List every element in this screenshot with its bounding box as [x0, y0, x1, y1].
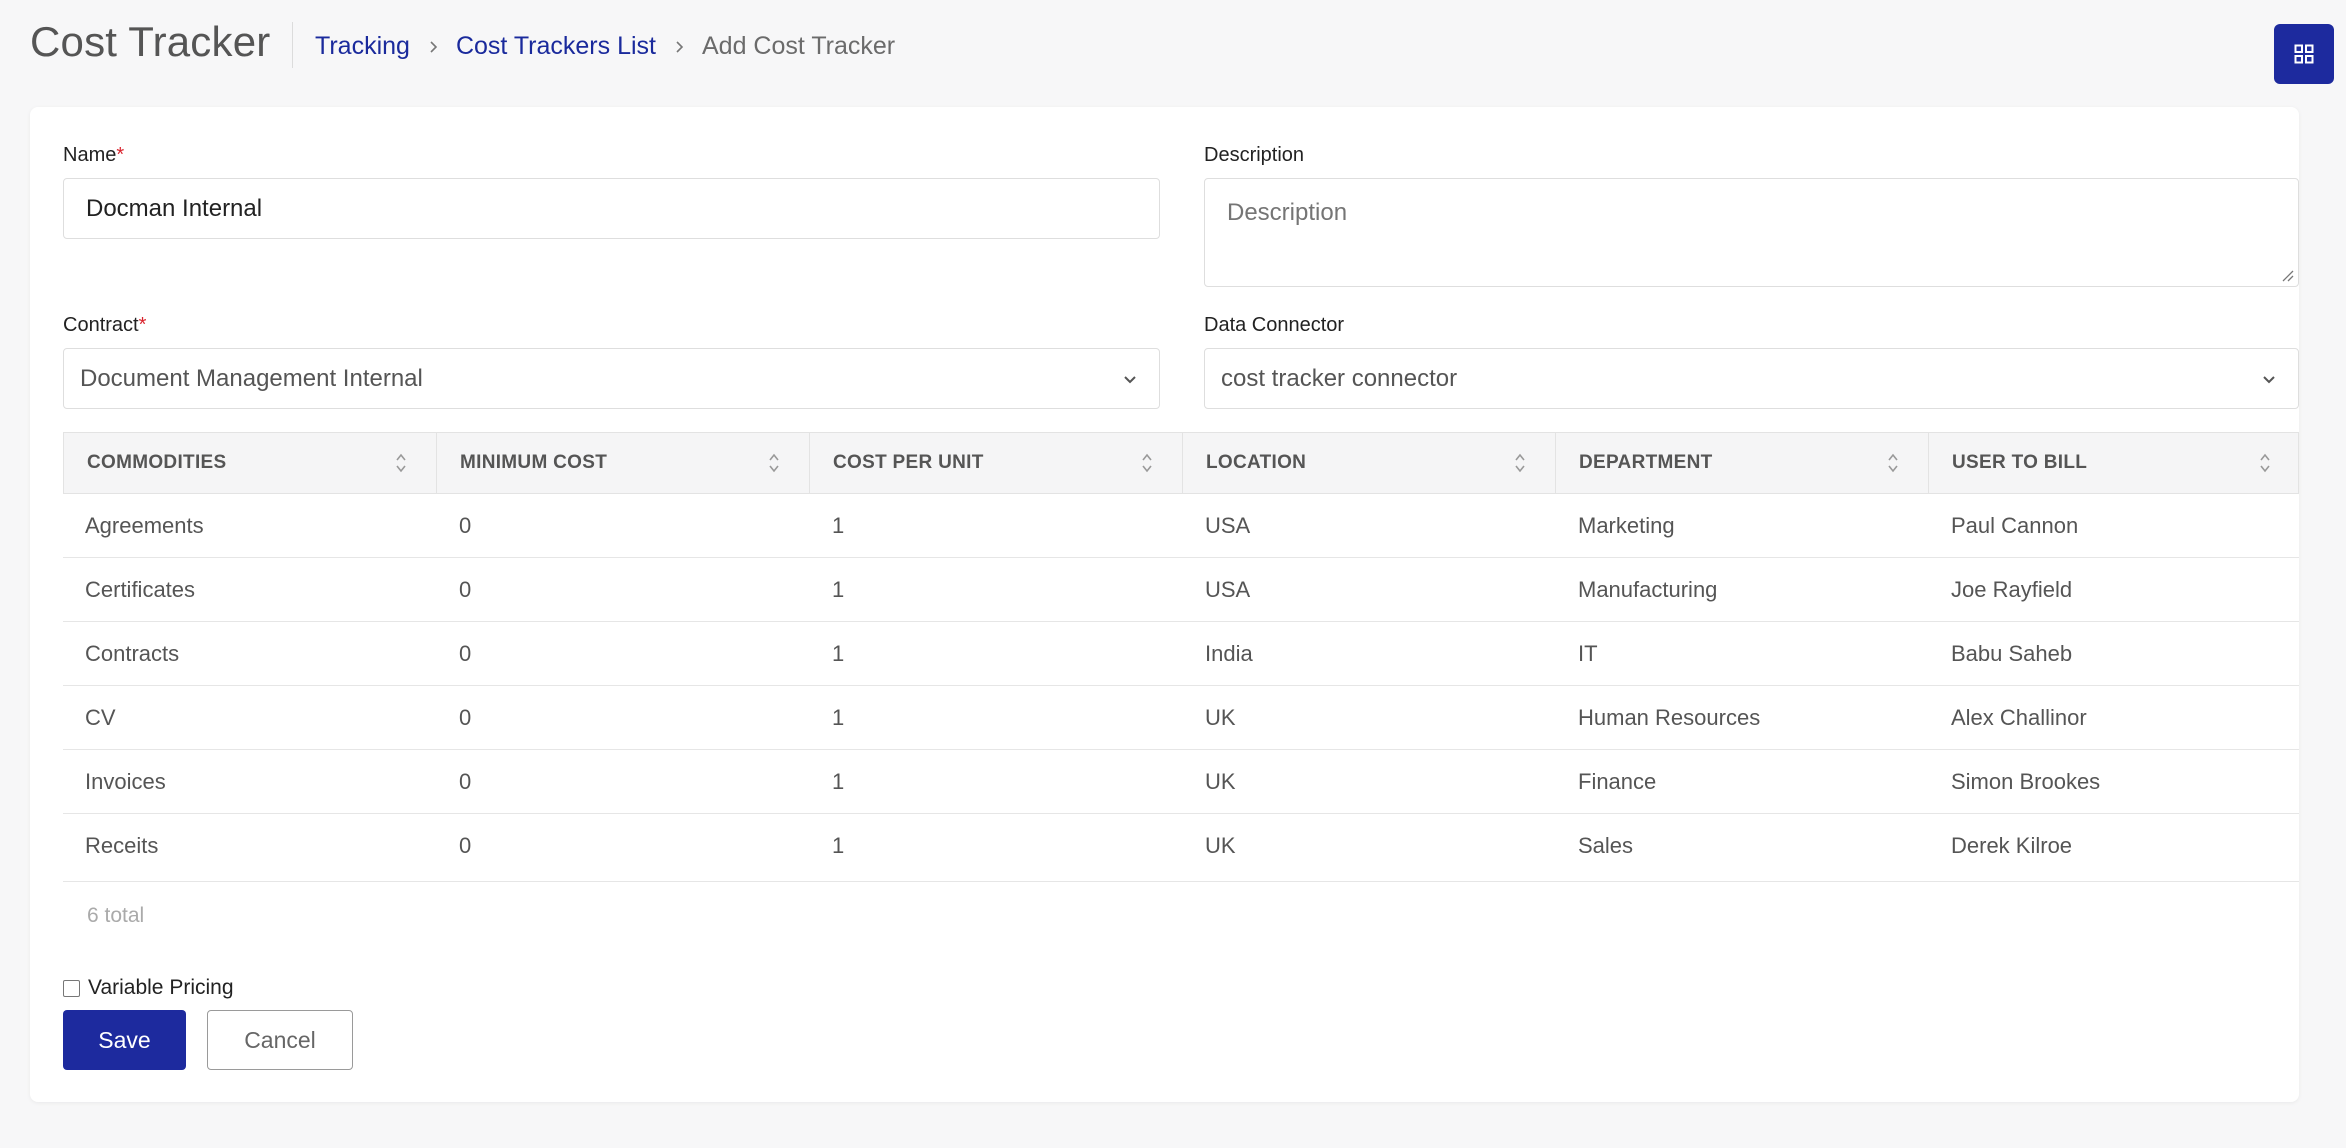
cell-commodity: Agreements — [85, 513, 204, 538]
cell-department: Finance — [1578, 769, 1657, 794]
cell-minimum-cost: 0 — [459, 513, 472, 538]
cell-commodity: Invoices — [85, 769, 166, 794]
cell-cost-per-unit: 1 — [832, 577, 845, 602]
cell-commodity: CV — [85, 705, 116, 730]
sort-icon — [396, 453, 406, 473]
sort-icon — [1142, 453, 1152, 473]
column-header-minimum-cost[interactable]: MINIMUM COST — [437, 433, 810, 493]
cell-minimum-cost: 0 — [459, 833, 472, 858]
chevron-down-icon — [1124, 375, 1136, 383]
cell-commodity: Contracts — [85, 641, 180, 666]
data-connector-label: Data Connector — [1204, 314, 1345, 336]
cell-cost-per-unit: 1 — [832, 833, 845, 858]
cell-user-to-bill: Babu Saheb — [1951, 641, 2073, 666]
cell-minimum-cost: 0 — [459, 705, 472, 730]
table-total-count: 6 total — [87, 904, 145, 927]
table-row[interactable]: Certificates 0 1 USA Manufacturing Joe R… — [63, 558, 2299, 622]
sort-icon — [769, 453, 779, 473]
contract-select-value: Document Management Internal — [80, 364, 423, 392]
breadcrumb: Tracking Cost Trackers List Add Cost Tra… — [315, 32, 895, 61]
resize-grip-icon[interactable] — [2280, 268, 2294, 282]
cell-cost-per-unit: 1 — [832, 769, 845, 794]
cell-department: Manufacturing — [1578, 577, 1718, 602]
column-header-cost-per-unit[interactable]: COST PER UNIT — [810, 433, 1183, 493]
sort-icon — [1515, 453, 1525, 473]
apps-menu-button[interactable] — [2274, 24, 2334, 84]
breadcrumb-list-link[interactable]: Cost Trackers List — [456, 32, 656, 61]
cancel-button[interactable]: Cancel — [207, 1010, 353, 1070]
variable-pricing-checkbox[interactable] — [63, 979, 80, 997]
column-header-user-to-bill[interactable]: USER TO BILL — [1929, 433, 2300, 493]
cell-user-to-bill: Joe Rayfield — [1951, 577, 2073, 602]
page-title: Cost Tracker — [30, 18, 271, 65]
cell-cost-per-unit: 1 — [832, 513, 845, 538]
cell-user-to-bill: Alex Challinor — [1951, 705, 2087, 730]
name-input[interactable] — [64, 179, 1159, 238]
title-divider — [292, 22, 293, 68]
cell-user-to-bill: Simon Brookes — [1951, 769, 2101, 794]
cell-minimum-cost: 0 — [459, 769, 472, 794]
cell-department: IT — [1578, 641, 1598, 666]
sort-icon — [1888, 453, 1898, 473]
cell-location: USA — [1205, 577, 1251, 602]
grid-icon — [2294, 44, 2314, 64]
table-row[interactable]: Agreements 0 1 USA Marketing Paul Cannon — [63, 494, 2299, 558]
data-connector-select-value: cost tracker connector — [1221, 364, 1458, 392]
data-connector-select[interactable]: cost tracker connector — [1204, 348, 2299, 409]
chevron-right-icon — [430, 40, 438, 53]
cell-minimum-cost: 0 — [459, 577, 472, 602]
variable-pricing-label[interactable]: Variable Pricing — [88, 976, 234, 1000]
table-row[interactable]: CV 0 1 UK Human Resources Alex Challinor — [63, 686, 2299, 750]
cell-user-to-bill: Paul Cannon — [1951, 513, 2079, 538]
cell-commodity: Receits — [85, 833, 159, 858]
contract-select[interactable]: Document Management Internal — [63, 348, 1160, 409]
cell-user-to-bill: Derek Kilroe — [1951, 833, 2073, 858]
contract-label: Contract* — [63, 314, 147, 336]
form-card: Name* Description Contract* Document Man… — [30, 107, 2299, 1102]
page-header: Cost Tracker Tracking Cost Trackers List… — [0, 0, 2346, 100]
description-field-wrap — [1204, 178, 2299, 287]
cell-department: Sales — [1578, 833, 1634, 858]
chevron-right-icon — [676, 40, 684, 53]
cell-cost-per-unit: 1 — [832, 705, 845, 730]
column-header-department[interactable]: DEPARTMENT — [1556, 433, 1929, 493]
description-label: Description — [1204, 144, 1305, 166]
cell-location: UK — [1205, 705, 1236, 730]
column-header-location[interactable]: LOCATION — [1183, 433, 1556, 493]
table-row[interactable]: Contracts 0 1 India IT Babu Saheb — [63, 622, 2299, 686]
name-field-wrap — [63, 178, 1160, 239]
cell-commodity: Certificates — [85, 577, 196, 602]
table-row[interactable]: Receits 0 1 UK Sales Derek Kilroe — [63, 814, 2299, 882]
table-header: COMMODITIES MINIMUM COST COST PER UNIT L… — [63, 432, 2299, 494]
variable-pricing-option: Variable Pricing — [63, 976, 234, 1000]
cell-minimum-cost: 0 — [459, 641, 472, 666]
cell-location: India — [1205, 641, 1253, 666]
breadcrumb-current: Add Cost Tracker — [702, 32, 896, 60]
breadcrumb-tracking-link[interactable]: Tracking — [315, 32, 410, 61]
chevron-down-icon — [2263, 375, 2275, 383]
cell-department: Marketing — [1578, 513, 1675, 538]
cell-department: Human Resources — [1578, 705, 1761, 730]
name-label: Name* — [63, 144, 125, 166]
column-header-commodities[interactable]: COMMODITIES — [64, 433, 437, 493]
cell-location: USA — [1205, 513, 1251, 538]
save-button[interactable]: Save — [63, 1010, 186, 1070]
description-textarea[interactable] — [1205, 179, 2298, 286]
table-row[interactable]: Invoices 0 1 UK Finance Simon Brookes — [63, 750, 2299, 814]
cell-location: UK — [1205, 769, 1236, 794]
cell-cost-per-unit: 1 — [832, 641, 845, 666]
cell-location: UK — [1205, 833, 1236, 858]
sort-icon — [2260, 453, 2270, 473]
